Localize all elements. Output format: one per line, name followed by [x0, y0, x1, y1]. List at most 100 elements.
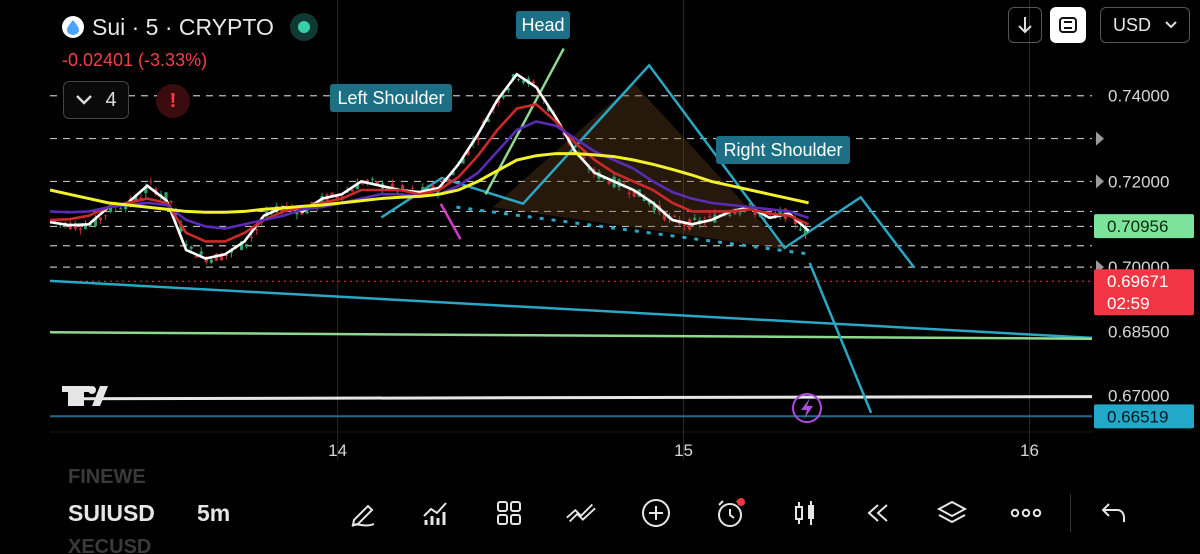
axis-marker: [1096, 174, 1104, 189]
fullscreen-button[interactable]: [1050, 7, 1086, 43]
price-tick-label: 0.72000: [1108, 172, 1169, 191]
toolbar-divider: [1070, 494, 1071, 532]
pattern-label-text: Left Shoulder: [337, 88, 444, 108]
alarm-clock-icon: [718, 498, 745, 527]
compare-lines-icon: [566, 503, 596, 523]
replay-button[interactable]: [861, 496, 895, 530]
price-change: -0.02401 (-3.33%): [62, 50, 208, 70]
price-label-1: 0.70956: [1094, 214, 1194, 239]
drawing-tool-button[interactable]: [346, 496, 380, 530]
plus-circle-icon: [642, 499, 670, 527]
candle-body: [119, 208, 123, 210]
ticker-list-next[interactable]: XECUSD: [68, 536, 151, 554]
price-label-value: 0.66519: [1107, 407, 1168, 426]
chevron-down-icon: [76, 95, 93, 105]
candle-body: [748, 203, 752, 205]
pullback-line: [439, 203, 462, 240]
logo-part: [88, 386, 96, 394]
pattern-label-2: Head: [516, 11, 570, 39]
compare-button[interactable]: [564, 496, 598, 530]
candle-body: [683, 224, 687, 226]
price-label-value: 0.69671: [1107, 272, 1168, 291]
candle-body: [103, 215, 108, 217]
pattern-label-text: Right Shoulder: [723, 140, 842, 160]
logo-part: [62, 386, 90, 392]
candle-body: [350, 189, 354, 192]
market-status-icon[interactable]: [289, 13, 318, 41]
time-tick-label: 16: [1020, 441, 1039, 460]
tradingview-logo-icon: [62, 386, 108, 406]
candle-body: [244, 244, 249, 246]
ticker-selector[interactable]: SUIUSD: [68, 500, 155, 527]
alerts-button[interactable]: [713, 496, 747, 530]
pattern-label-3: Right Shoulder: [716, 136, 850, 164]
candle-body: [798, 229, 803, 231]
indicator-count: 4: [105, 88, 117, 111]
grid-icon: [497, 501, 521, 525]
pattern-label-text: Head: [521, 15, 564, 35]
time-tick-label: 15: [674, 441, 693, 460]
price-label-value: 0.70956: [1107, 217, 1168, 236]
candle-body: [98, 217, 103, 221]
candle-body: [209, 259, 213, 263]
more-horizontal-icon: [1010, 508, 1042, 518]
price-label-3: 0.66519: [1094, 404, 1194, 429]
indicators-button[interactable]: [418, 496, 452, 530]
price-label-2: 0.69671 02:59: [1094, 269, 1194, 316]
candle-body: [199, 251, 203, 255]
support-line-white: [70, 395, 1093, 401]
undo-button[interactable]: [1096, 496, 1130, 530]
timeframe-selector[interactable]: 5m: [197, 500, 230, 527]
price-label-countdown: 02:59: [1107, 294, 1150, 313]
symbol-title: Sui · 5 · CRYPTO: [92, 13, 274, 40]
chart-type-button[interactable]: [788, 496, 822, 530]
candle-body: [169, 200, 173, 203]
indicators-toggle-button[interactable]: 4: [63, 81, 129, 119]
ticker-list-prev[interactable]: FINEWE: [68, 466, 146, 489]
arrow-down-icon: [1018, 17, 1032, 34]
price-tick-label: 0.68500: [1108, 322, 1169, 341]
time-tick-label: 14: [328, 441, 347, 460]
candle-body: [370, 178, 375, 180]
candle-body: [401, 185, 405, 189]
symbol-header[interactable]: Sui · 5 · CRYPTO: [62, 10, 318, 44]
add-button[interactable]: [639, 496, 673, 530]
candle-body: [390, 183, 395, 187]
undo-icon: [1101, 503, 1125, 522]
alert-icon[interactable]: !: [156, 84, 190, 118]
candle-body: [738, 212, 742, 214]
candle-body: [189, 246, 193, 249]
scroll-down-button[interactable]: [1008, 7, 1042, 43]
axis-marker: [1096, 131, 1104, 146]
candle-body: [728, 214, 732, 216]
candle-body: [693, 218, 697, 220]
bottom-toolbar: FINEWE XECUSD SUIUSD 5m: [0, 466, 1200, 554]
pattern-label-1: Left Shoulder: [330, 84, 452, 112]
candle-body: [249, 236, 254, 238]
layouts-button[interactable]: [492, 496, 526, 530]
pencil-icon: [351, 504, 375, 527]
candle-body: [411, 187, 415, 189]
candle-body: [627, 192, 631, 194]
candle-body: [516, 79, 521, 81]
price-tick-label: 0.67000: [1108, 387, 1169, 406]
candle-body: [78, 228, 82, 230]
trendline-blue: [49, 279, 1093, 340]
layers-button[interactable]: [935, 496, 969, 530]
currency-select[interactable]: USD: [1100, 7, 1190, 43]
chart-indicators-icon: [423, 502, 447, 525]
candle-body: [255, 229, 259, 231]
price-tick-label: 0.74000: [1108, 87, 1169, 106]
layers-icon: [936, 500, 968, 524]
sui-logo-icon: [62, 16, 84, 38]
currency-label: USD: [1113, 14, 1152, 35]
candle-body: [149, 181, 153, 183]
candles-icon: [795, 501, 814, 525]
candle-body: [476, 138, 480, 141]
rewind-icon: [867, 504, 888, 522]
candle-body: [194, 256, 198, 258]
fullscreen-icon: [1059, 17, 1077, 33]
more-button[interactable]: [1009, 496, 1043, 530]
chevron-down-icon: [1165, 21, 1177, 29]
candle-body: [607, 180, 611, 185]
